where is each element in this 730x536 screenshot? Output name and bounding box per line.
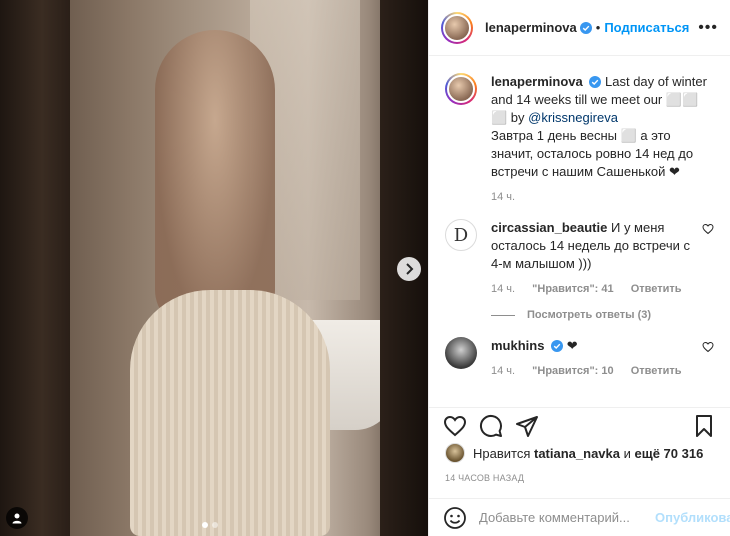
likes-summary: Нравится tatiana_navka и ещё 70 316 [445,443,703,463]
heart-icon [443,415,467,436]
more-options-icon[interactable]: ••• [698,19,718,36]
comment-input[interactable] [479,510,655,525]
comment-text: mukhins ❤ [491,337,690,355]
photo-figure [155,30,275,330]
save-button[interactable] [686,408,722,444]
author-avatar[interactable] [441,11,473,44]
commenter-avatar[interactable]: D [445,219,477,251]
chevron-right-icon [406,263,414,275]
publish-button[interactable]: Опубликовать [655,510,730,525]
post-photo[interactable] [0,0,428,536]
comment-username[interactable]: mukhins [491,338,544,353]
caption-text: lenaperminova Last day of winter and 14 … [491,73,714,181]
comment-time[interactable]: 14 ч. [491,365,515,377]
likes-count[interactable]: ещё 70 316 [635,446,704,461]
follow-button[interactable]: Подписаться [604,20,689,35]
liker-avatar[interactable] [445,443,465,463]
comment-text: circassian_beautie И у меня осталось 14 … [491,219,690,273]
post-side-panel: lenaperminova • Подписаться ••• lenaperm… [428,0,730,536]
bookmark-icon [696,414,712,437]
likes-text: Нравится tatiana_navka и ещё 70 316 [473,446,703,461]
comment-meta: 14 ч. "Нравится": 41 Ответить [491,283,690,295]
send-paper-plane-icon [516,415,538,437]
comment-body: ❤ [566,338,578,353]
verified-badge-icon [551,340,564,352]
carousel-indicator [202,522,218,528]
verified-badge-icon [579,21,592,34]
caption-meta: 14 ч. [491,191,714,203]
caption-text-ru: Завтра 1 день весны ⬜ а это значит, оста… [491,128,694,179]
replies-divider [491,314,515,316]
tagged-users-button[interactable] [6,507,28,529]
comment-like-heart-icon[interactable] [702,341,714,353]
post-timestamp[interactable]: 14 ЧАСОВ НАЗАД [445,473,524,483]
view-replies-button[interactable]: Посмотреть ответы (3) [491,309,714,321]
smiley-icon [444,506,466,529]
like-button[interactable] [437,408,473,444]
share-button[interactable] [509,408,545,444]
comment-time[interactable]: 14 ч. [491,283,515,295]
caption-author-avatar[interactable] [445,73,477,105]
caption-mention[interactable]: @krissnegireva [528,110,618,125]
caption-username[interactable]: lenaperminova [491,74,583,89]
carousel-dot-2 [212,522,218,528]
caption-time[interactable]: 14 ч. [491,191,515,203]
header-separator: • [595,20,601,35]
carousel-dot-1 [202,522,208,528]
photo-door-left [0,0,70,536]
verified-badge-icon [589,76,602,88]
avatar-letter: D [453,224,469,246]
comment-bubble-icon [479,414,502,437]
commenter-avatar[interactable] [445,337,477,369]
comment-username[interactable]: circassian_beautie [491,220,607,235]
post-actions-bar [429,407,730,443]
comment-button[interactable] [473,408,509,444]
comments-list[interactable]: lenaperminova Last day of winter and 14 … [429,57,730,407]
instagram-post: lenaperminova • Подписаться ••• lenaperm… [0,0,730,536]
comment-likes[interactable]: "Нравится": 41 [532,283,613,295]
post-caption: lenaperminova Last day of winter and 14 … [445,73,714,203]
emoji-button[interactable] [443,506,467,530]
comment-like-heart-icon[interactable] [702,223,714,235]
photo-figure-pants [130,290,330,536]
user-tag-icon [12,513,22,524]
view-replies-label: Посмотреть ответы (3) [527,309,652,321]
comment-item: D circassian_beautie И у меня осталось 1… [445,219,714,295]
comment-likes[interactable]: "Нравится": 10 [532,365,613,377]
liker-username[interactable]: tatiana_navka [534,446,620,461]
comment-item: mukhins ❤ 14 ч. "Нравится": 10 Ответить [445,337,714,377]
likes-prefix: Нравится [473,445,531,461]
reply-button[interactable]: Ответить [631,365,682,377]
carousel-next-button[interactable] [397,257,421,281]
add-comment-bar: Опубликовать [429,498,730,536]
comment-meta: 14 ч. "Нравится": 10 Ответить [491,365,690,377]
reply-button[interactable]: Ответить [631,283,682,295]
author-username[interactable]: lenaperminova [485,20,577,35]
post-header: lenaperminova • Подписаться ••• [429,0,730,56]
likes-and: и [623,445,631,461]
